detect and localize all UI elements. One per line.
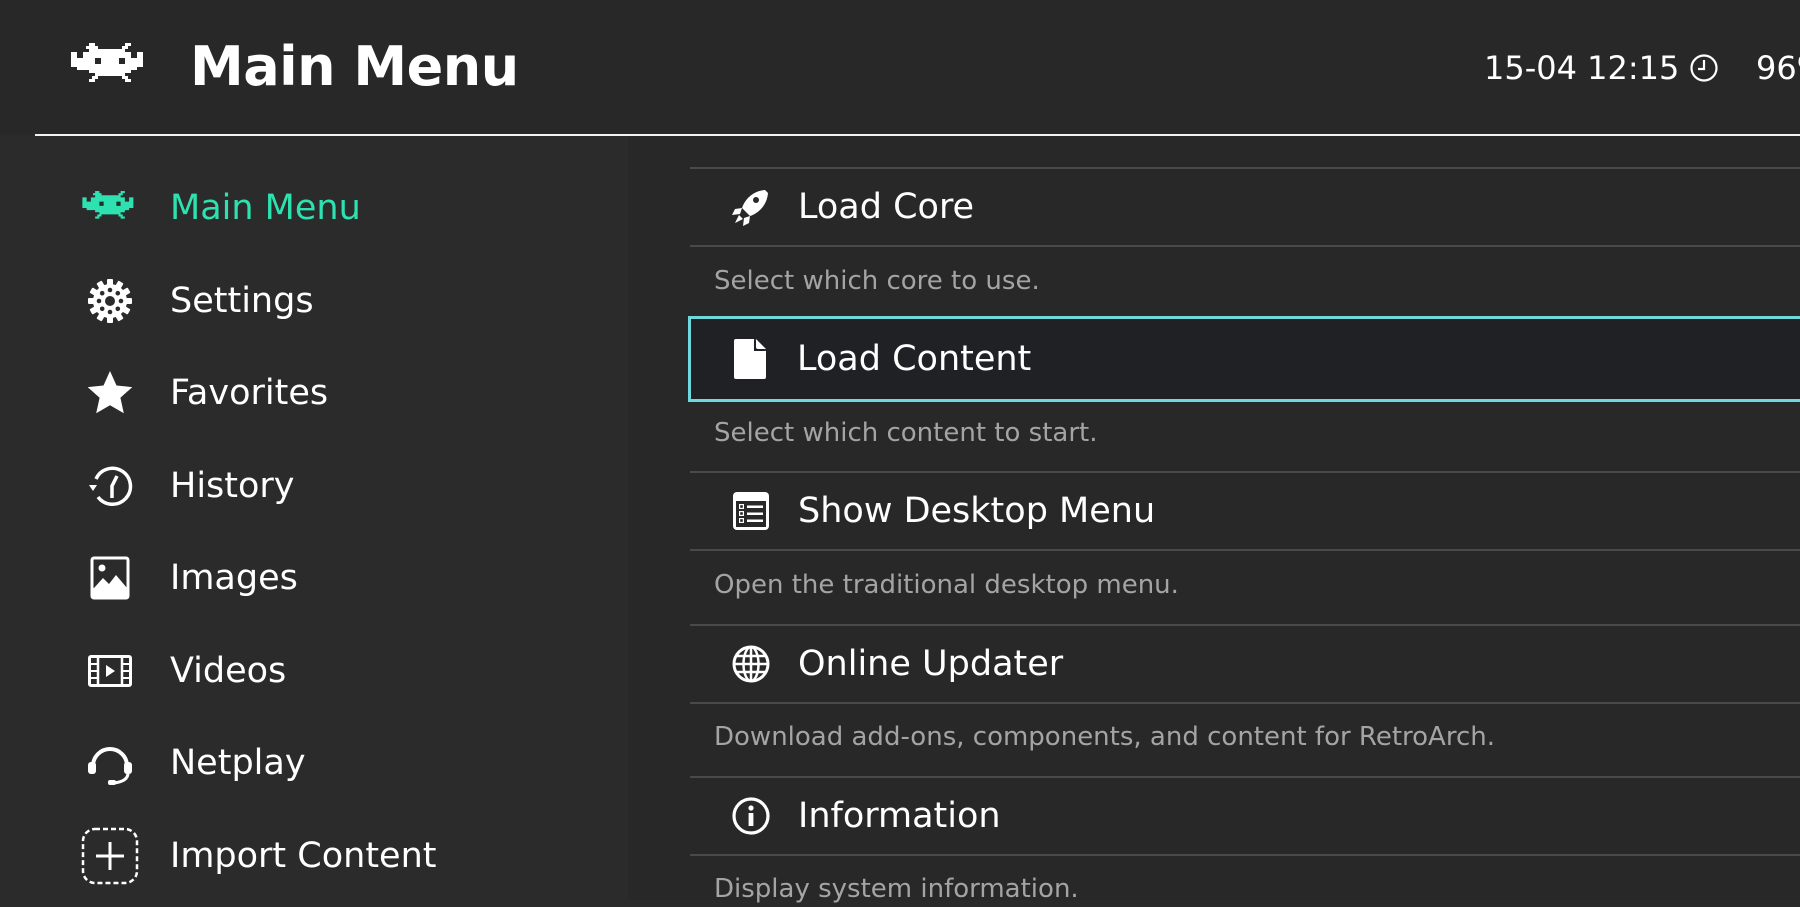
menu-entry-label: Load Content	[797, 339, 1032, 379]
sidebar-item-main-menu[interactable]: Main Menu	[78, 178, 598, 238]
menu-entry-label: Information	[798, 796, 1001, 836]
menu-entry-online-updater[interactable]: Online Updater	[690, 626, 1800, 702]
list-icon	[716, 487, 786, 535]
divider	[690, 854, 1800, 856]
sidebar-item-label: Import Content	[170, 836, 437, 876]
sidebar-item-import-content[interactable]: Import Content	[78, 826, 598, 886]
sidebar-item-images[interactable]: Images	[78, 548, 598, 608]
menu-entry-label: Online Updater	[798, 644, 1064, 684]
sidebar-item-netplay[interactable]: Netplay	[78, 733, 598, 793]
retroarch-logo-icon	[71, 43, 143, 82]
divider	[690, 245, 1800, 247]
header-bar: Main Menu 15-04 12:15 96%	[0, 0, 1800, 135]
sidebar-item-favorites[interactable]: Favorites	[78, 363, 598, 423]
divider	[690, 549, 1800, 551]
clock-icon	[1690, 54, 1718, 82]
menu-entry-show-desktop-menu[interactable]: Show Desktop Menu	[690, 473, 1800, 549]
file-icon	[715, 335, 785, 383]
image-icon	[78, 552, 142, 604]
sidebar-item-label: History	[170, 466, 295, 506]
menu-entry-label: Show Desktop Menu	[798, 491, 1156, 531]
divider	[690, 702, 1800, 704]
history-icon	[78, 460, 142, 512]
add-dashed-icon	[78, 827, 142, 885]
sidebar-item-label: Favorites	[170, 373, 329, 413]
film-icon	[78, 645, 142, 697]
retroarch-invader-icon	[78, 182, 142, 234]
globe-icon	[716, 640, 786, 688]
menu-entry-description: Open the traditional desktop menu.	[714, 570, 1179, 600]
sidebar-item-history[interactable]: History	[78, 456, 598, 516]
menu-entry-information[interactable]: Information	[690, 778, 1800, 854]
headset-icon	[78, 737, 142, 789]
menu-entry-description: Select which content to start.	[714, 418, 1098, 448]
sidebar-item-settings[interactable]: Settings	[78, 271, 598, 331]
info-icon	[716, 792, 786, 840]
sidebar-item-label: Images	[170, 558, 298, 598]
sidebar-item-label: Settings	[170, 281, 314, 321]
menu-entry-description: Download add-ons, components, and conten…	[714, 722, 1495, 752]
menu-entry-description: Select which core to use.	[714, 266, 1040, 296]
page-title: Main Menu	[190, 35, 519, 98]
star-icon	[78, 367, 142, 419]
sidebar-item-videos[interactable]: Videos	[78, 641, 598, 701]
sidebar-item-label: Netplay	[170, 743, 306, 783]
rocket-icon	[716, 183, 786, 231]
menu-entry-load-content[interactable]: Load Content	[688, 316, 1800, 402]
battery-level: 96%	[1756, 49, 1800, 87]
menu-entry-load-core[interactable]: Load Core	[690, 169, 1800, 245]
gear-icon	[78, 275, 142, 327]
clock-text: 15-04 12:15	[1484, 49, 1680, 87]
sidebar-item-label: Videos	[170, 651, 287, 691]
sidebar-item-label: Main Menu	[170, 188, 361, 228]
menu-entry-description: Display system information.	[714, 874, 1079, 904]
clock: 15-04 12:15	[1484, 44, 1719, 92]
menu-entry-label: Load Core	[798, 187, 975, 227]
